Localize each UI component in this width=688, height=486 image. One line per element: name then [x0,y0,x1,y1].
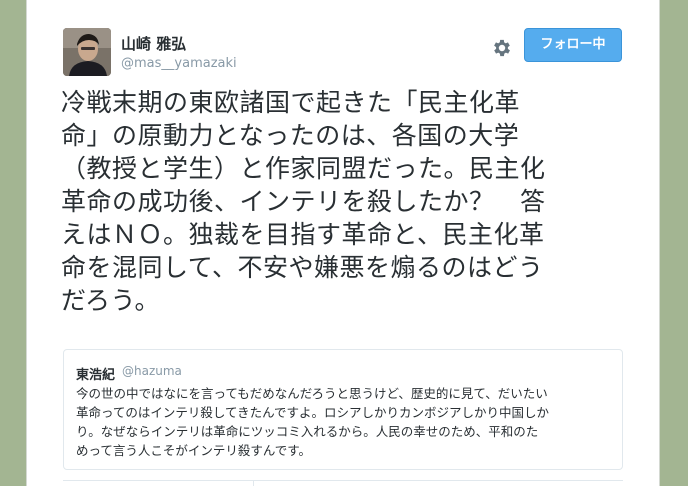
divider [253,481,254,486]
user-photo-icon [63,28,111,76]
quoted-tweet[interactable]: 東浩紀 @hazuma 今の世の中ではなにを言ってもだめなんだろうと思うけど、歴… [63,349,623,470]
tweet-text-line: （教授と学生）と作家同盟だった。民主化 [61,154,546,183]
quoted-tweet-text: 今の世の中ではなにを言ってもだめなんだろうと思うけど、歴史的に見て、だいたい 革… [76,384,616,460]
tweet-stats-bar [63,480,623,486]
tweet-text: 冷戦末期の東欧諸国で起きた「民主化革 命」の原動力となったのは、各国の大学 （教… [61,86,609,317]
tweet-text-line: 革命の成功後、インテリを殺したか？ 答 [61,187,546,216]
author-display-name[interactable]: 山崎 雅弘 [121,35,186,53]
tweet-text-line: 命を混同して、不安や嫌悪を煽るのはどう [61,253,544,282]
quoted-author-name: 東浩紀 [76,368,116,383]
quoted-text-line: 今の世の中ではなにを言ってもだめなんだろうと思うけど、歴史的に見て、だいたい [76,386,548,401]
quoted-text-line: 革命ってのはインテリ殺してきたんですよ。ロシアしかりカンボジアしかり中国しか [76,405,550,420]
tweet-card: 山崎 雅弘 @mas__yamazaki フォロー中 冷戦末期の東欧諸国で起きた… [26,0,660,486]
tweet-text-line: 命」の原動力となったのは、各国の大学 [61,121,520,150]
gear-icon[interactable] [491,37,513,59]
quoted-text-line: めって言う人こそがインテリ殺すんです。 [76,443,312,458]
tweet-text-line: 冷戦末期の東欧諸国で起きた「民主化革 [61,88,521,117]
follow-button[interactable]: フォロー中 [524,28,622,62]
tweet-text-line: だろう。 [61,286,161,315]
quoted-text-line: り。なぜならインテリは革命にツッコミ入れるから。人民の幸せのため、平和のた [76,424,539,439]
avatar[interactable] [63,28,111,76]
tweet-text-line: えはＮＯ。独裁を目指す革命と、民主化革 [61,220,545,249]
author-handle[interactable]: @mas__yamazaki [121,56,237,72]
quoted-author-handle: @hazuma [122,364,182,378]
